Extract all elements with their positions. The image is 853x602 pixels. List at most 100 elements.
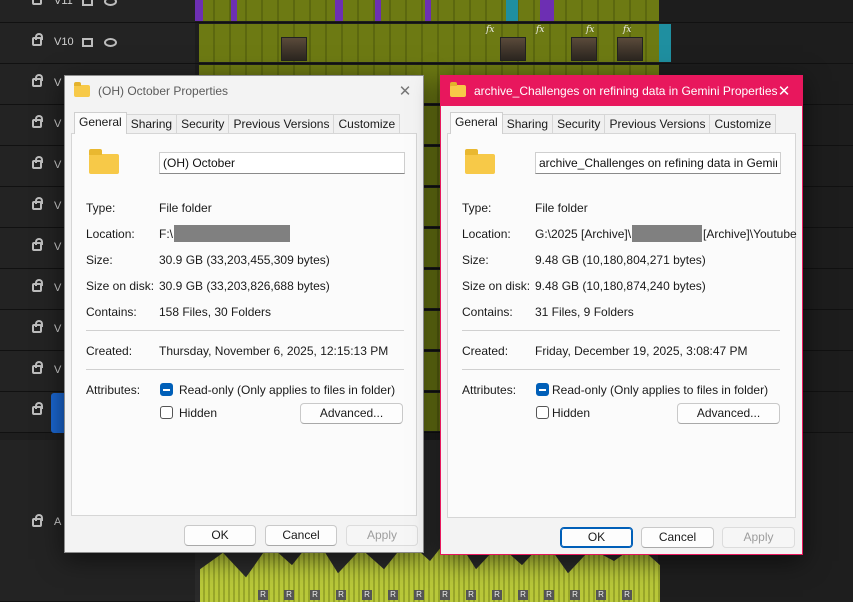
- r-badge: R: [596, 590, 606, 600]
- readonly-checkbox[interactable]: [160, 383, 173, 396]
- cancel-button[interactable]: Cancel: [265, 525, 337, 546]
- location-prefix: F:\: [159, 227, 173, 241]
- lock-icon[interactable]: [32, 402, 43, 415]
- tab-sharing[interactable]: Sharing: [125, 114, 178, 134]
- r-badge: R: [466, 590, 476, 600]
- video-clip[interactable]: [231, 0, 237, 21]
- hidden-checkbox[interactable]: [536, 406, 549, 419]
- r-badge: R: [258, 590, 268, 600]
- advanced-button[interactable]: Advanced...: [300, 403, 403, 424]
- tab-strip: General Sharing Security Previous Versio…: [450, 112, 777, 134]
- divider: [462, 369, 780, 370]
- clip-thumbnail: [617, 37, 643, 61]
- type-value: File folder: [535, 201, 588, 215]
- lock-icon[interactable]: [32, 33, 43, 46]
- lock-icon[interactable]: [32, 0, 42, 5]
- apply-button[interactable]: Apply: [722, 527, 795, 548]
- location-suffix: [Archive]\Youtube: [703, 227, 797, 241]
- size-label: Size:: [86, 253, 113, 267]
- lock-icon[interactable]: [32, 320, 43, 333]
- track-name: V: [54, 159, 62, 171]
- eye-icon[interactable]: [104, 38, 117, 47]
- r-badge: R: [362, 590, 372, 600]
- tab-customize[interactable]: Customize: [709, 114, 777, 134]
- track-name: V: [54, 323, 62, 335]
- lock-icon[interactable]: [32, 514, 43, 527]
- video-clip[interactable]: [506, 0, 518, 21]
- ok-button[interactable]: OK: [184, 525, 256, 546]
- close-icon[interactable]: ✕: [772, 79, 796, 103]
- location-label: Location:: [462, 227, 511, 241]
- attributes-label: Attributes:: [86, 383, 141, 397]
- lock-icon[interactable]: [32, 279, 43, 292]
- size-value: 30.9 GB (33,203,455,309 bytes): [159, 253, 330, 267]
- track-header: V11: [0, 0, 195, 23]
- film-icon[interactable]: [82, 0, 93, 6]
- video-clip[interactable]: [335, 0, 343, 21]
- r-badge: R: [518, 590, 528, 600]
- dialog-button-bar: OK Cancel Apply: [441, 521, 802, 554]
- lock-icon[interactable]: [32, 197, 43, 210]
- r-badge: R: [492, 590, 502, 600]
- video-clip[interactable]: [659, 24, 671, 62]
- ok-button[interactable]: OK: [560, 527, 633, 548]
- eye-icon[interactable]: [104, 0, 117, 6]
- film-icon[interactable]: [82, 38, 93, 47]
- properties-dialog-archive-gemini: archive_Challenges on refining data in G…: [440, 75, 803, 555]
- dialog-titlebar[interactable]: archive_Challenges on refining data in G…: [441, 76, 802, 106]
- divider: [462, 330, 780, 331]
- readonly-checkbox[interactable]: [536, 383, 549, 396]
- folder-name-field[interactable]: [535, 152, 781, 174]
- dialog-titlebar[interactable]: (OH) October Properties ✕: [65, 76, 423, 106]
- track-lane: fx fx fx fx: [195, 23, 853, 64]
- lock-icon[interactable]: [32, 156, 43, 169]
- video-clip[interactable]: [195, 0, 203, 21]
- hidden-checkbox[interactable]: [160, 406, 173, 419]
- r-badge: R: [388, 590, 398, 600]
- tab-customize[interactable]: Customize: [333, 114, 401, 134]
- dialog-button-bar: OK Cancel Apply: [65, 519, 423, 552]
- r-badge: R: [544, 590, 554, 600]
- location-label: Location:: [86, 227, 135, 241]
- tab-security[interactable]: Security: [552, 114, 606, 134]
- clip-thumbnail: [281, 37, 307, 61]
- location-value: G:\2025 [Archive]\ [Archive]\Youtube: [535, 224, 797, 242]
- redaction-block: [632, 224, 703, 242]
- type-label: Type:: [462, 201, 492, 215]
- apply-button[interactable]: Apply: [346, 525, 418, 546]
- properties-dialog-oh-october: (OH) October Properties ✕ General Sharin…: [64, 75, 424, 553]
- tab-sharing[interactable]: Sharing: [501, 114, 554, 134]
- desktop-stage: V11V10VVVVVVVVV fxfxfxfx A RRRRRRRRRRRRR…: [0, 0, 853, 602]
- video-clip[interactable]: [425, 0, 431, 21]
- size-on-disk-value: 9.48 GB (10,180,874,240 bytes): [535, 279, 706, 293]
- readonly-label: Read-only (Only applies to files in fold…: [179, 383, 396, 397]
- tab-general[interactable]: General: [74, 112, 127, 134]
- dialog-title: archive_Challenges on refining data in G…: [474, 84, 778, 98]
- divider: [86, 369, 404, 370]
- r-badge: R: [622, 590, 632, 600]
- tab-previous-versions[interactable]: Previous Versions: [604, 114, 711, 134]
- video-clip[interactable]: [375, 0, 381, 21]
- lock-icon[interactable]: [32, 74, 43, 87]
- clip-thumbnail: [571, 37, 597, 61]
- r-badge: R: [336, 590, 346, 600]
- video-clip[interactable]: [540, 0, 554, 21]
- tab-general[interactable]: General: [450, 112, 503, 134]
- folder-name-field[interactable]: [159, 152, 405, 174]
- tab-previous-versions[interactable]: Previous Versions: [228, 114, 335, 134]
- r-badge: R: [310, 590, 320, 600]
- lock-icon[interactable]: [32, 115, 43, 128]
- advanced-button[interactable]: Advanced...: [677, 403, 780, 424]
- general-panel: Type: File folder Location: G:\2025 [Arc…: [447, 133, 797, 518]
- cancel-button[interactable]: Cancel: [641, 527, 714, 548]
- lock-icon[interactable]: [32, 238, 43, 251]
- lock-icon[interactable]: [32, 361, 43, 374]
- size-on-disk-label: Size on disk:: [462, 279, 531, 293]
- folder-icon-large: [89, 149, 119, 174]
- type-value: File folder: [159, 201, 212, 215]
- track-header: V10: [0, 23, 195, 64]
- dialog-title: (OH) October Properties: [98, 84, 229, 98]
- close-icon[interactable]: ✕: [393, 79, 417, 103]
- tab-security[interactable]: Security: [176, 114, 230, 134]
- track-name: V: [54, 364, 62, 376]
